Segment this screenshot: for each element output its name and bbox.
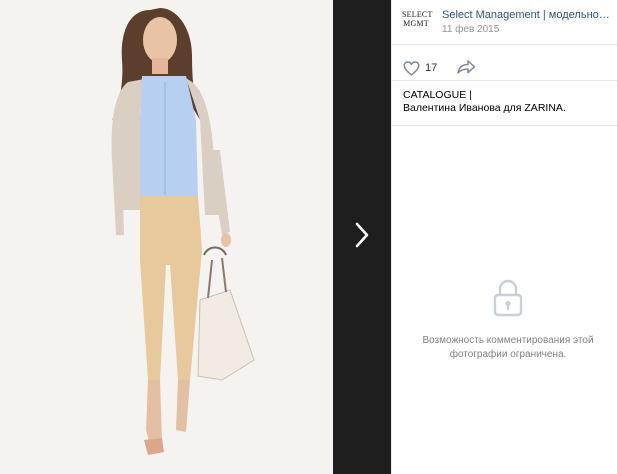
post-date[interactable]: 11 фев 2015 [442,24,499,35]
lock-icon [493,279,523,317]
logo-text-line2: MGMT [403,19,429,28]
caption-line-2: Валентина Иванова для ZARINA. [403,102,566,114]
post-header: SELECT MGMT Select Management | модельно… [392,0,617,45]
group-name-link[interactable]: Select Management | модельное а... [442,9,612,23]
group-avatar[interactable]: SELECT MGMT [402,10,433,36]
divider [392,125,617,126]
like-button[interactable]: 17 [403,59,437,77]
comments-restricted-note: Возможность комментирования этой фотогра… [422,335,594,360]
post-caption: CATALOGUE | Валентина Иванова для ZARINA… [403,89,613,115]
share-arrow-icon[interactable] [456,59,476,75]
heart-icon [403,60,420,76]
post-photo[interactable] [0,0,333,474]
caption-line-1: CATALOGUE | [403,89,472,101]
chevron-right-icon [355,222,369,248]
logo-text-line1: SELECT [402,10,433,19]
post-info-panel: SELECT MGMT Select Management | модельно… [391,0,617,474]
photo-illustration [0,0,333,474]
next-photo-button[interactable] [333,0,391,474]
like-count: 17 [425,62,438,74]
post-actions: 17 [392,45,617,81]
